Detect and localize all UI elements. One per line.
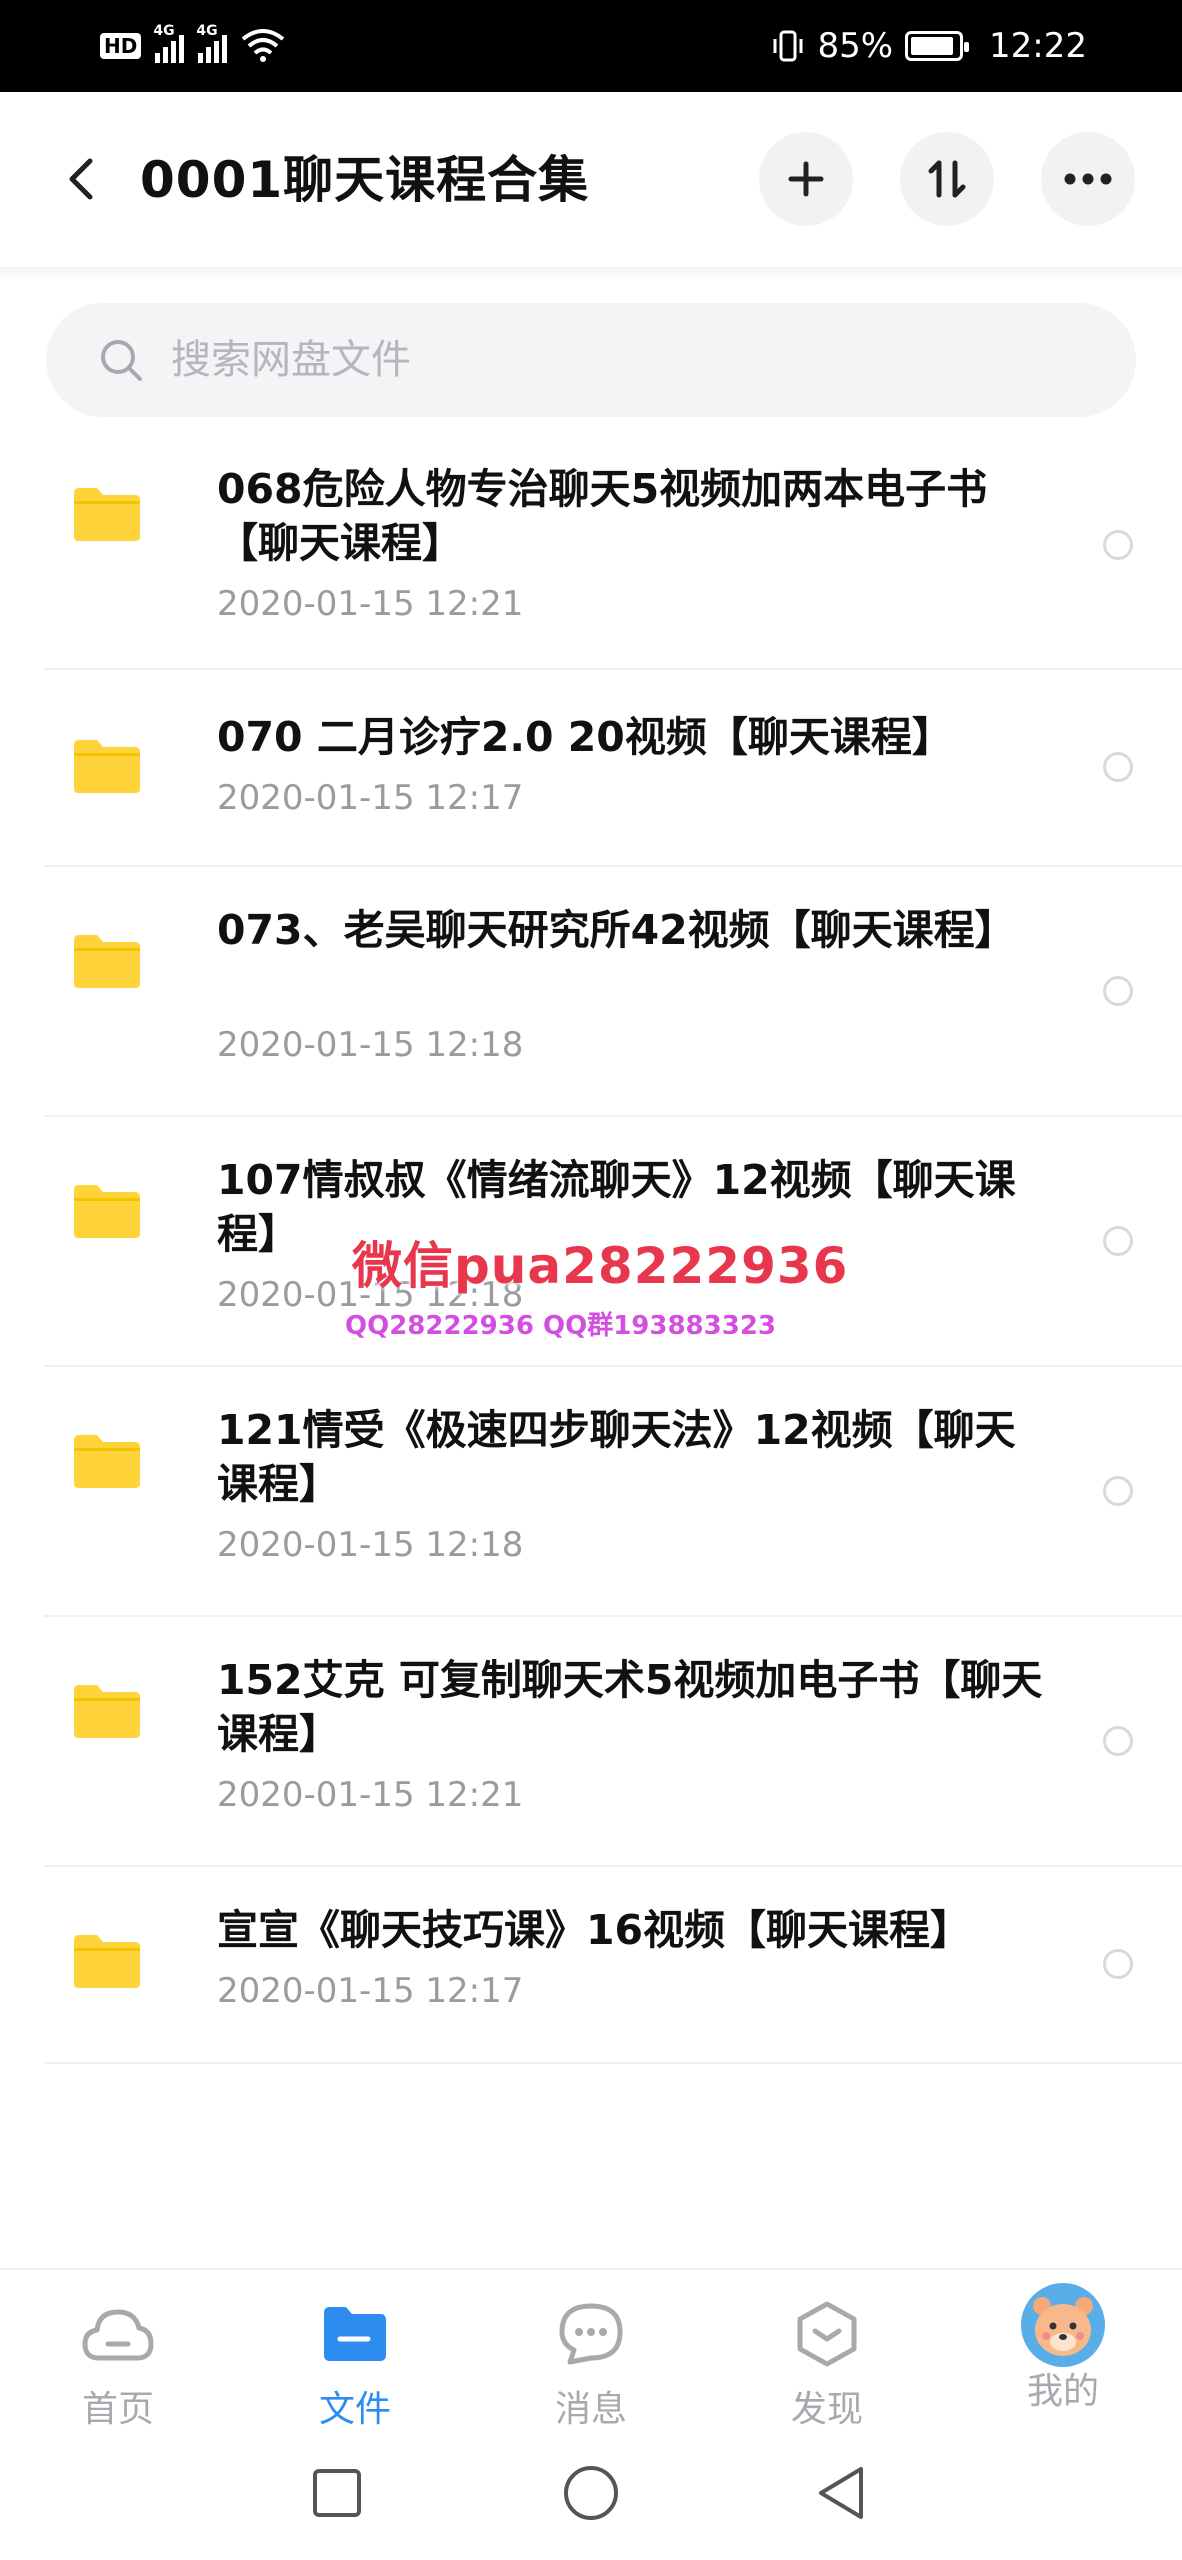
more-button[interactable] (1041, 132, 1135, 226)
recents-button[interactable] (302, 2458, 372, 2528)
folder-icon (74, 935, 140, 988)
cloud-icon (81, 2300, 155, 2368)
file-date: 2020-01-15 12:18 (217, 1525, 524, 1565)
battery-icon (905, 31, 970, 61)
select-radio[interactable] (1103, 1949, 1133, 1979)
file-date: 2020-01-15 12:21 (217, 584, 524, 624)
tab-messages[interactable]: 消息 (511, 2300, 671, 2430)
chat-icon (554, 2300, 628, 2368)
triangle-back-icon (819, 2467, 863, 2519)
divider (44, 2062, 1182, 2064)
signal-icon: 4G (153, 23, 185, 63)
add-button[interactable] (759, 132, 853, 226)
sort-button[interactable] (900, 132, 994, 226)
file-name: 068危险人物专治聊天5视频加两本电子书【聊天课程】 (217, 465, 988, 567)
search-icon (96, 335, 146, 385)
discover-icon (790, 2300, 864, 2368)
list-item[interactable]: 073、老吴聊天研究所42视频【聊天课程】 2020-01-15 12:18 (0, 865, 1182, 1117)
select-radio[interactable] (1103, 1726, 1133, 1756)
file-date: 2020-01-15 12:21 (217, 1775, 524, 1815)
file-name: 073、老吴聊天研究所42视频【聊天课程】 (217, 906, 1016, 954)
tab-label: 我的 (1026, 2371, 1099, 2412)
list-item[interactable]: 068危险人物专治聊天5视频加两本电子书【聊天课程】 2020-01-15 12… (0, 418, 1182, 670)
list-item[interactable]: 070 二月诊疗2.0 20视频【聊天课程】 2020-01-15 12:17 (0, 668, 1182, 867)
status-right: 85% 12:22 (771, 22, 1087, 70)
back-nav-button[interactable] (806, 2458, 876, 2528)
folder-icon (74, 1435, 140, 1488)
watermark-qq: QQ28222936 QQ群193883323 (345, 1311, 777, 1341)
status-left: HD 4G 4G (100, 22, 285, 70)
tab-files[interactable]: 文件 (275, 2300, 435, 2430)
file-name: 070 二月诊疗2.0 20视频【聊天课程】 (217, 713, 953, 761)
header-divider (0, 267, 1182, 279)
network-type-label: 4G (153, 23, 175, 39)
system-navigation-bar (0, 2428, 1182, 2560)
select-radio[interactable] (1103, 1476, 1133, 1506)
tab-label: 文件 (318, 2389, 391, 2430)
square-icon (313, 2469, 361, 2517)
file-name: 152艾克 可复制聊天术5视频加电子书【聊天课程】 (217, 1656, 1043, 1758)
back-button[interactable] (50, 149, 110, 209)
file-name: 121情受《极速四步聊天法》12视频【聊天课程】 (217, 1406, 1016, 1508)
file-date: 2020-01-15 12:17 (217, 1971, 524, 2011)
back-icon (69, 158, 93, 200)
list-item[interactable]: 121情受《极速四步聊天法》12视频【聊天课程】 2020-01-15 12:1… (0, 1365, 1182, 1617)
watermark-wechat: 微信pua28222936 (352, 1237, 849, 1295)
folder-icon (318, 2300, 392, 2368)
folder-icon (74, 1685, 140, 1738)
folder-icon (74, 1935, 140, 1988)
search-input[interactable] (171, 337, 1071, 383)
bottom-tab-bar: 首页 文件 消息 发现 我的 (0, 2268, 1182, 2430)
circle-icon (564, 2466, 618, 2520)
more-icon (1064, 173, 1112, 185)
list-item[interactable]: 152艾克 可复制聊天术5视频加电子书【聊天课程】 2020-01-15 12:… (0, 1615, 1182, 1867)
status-bar: HD 4G 4G 85% 12:22 (0, 0, 1182, 92)
select-radio[interactable] (1103, 1226, 1133, 1256)
tab-home[interactable]: 首页 (38, 2300, 198, 2430)
sort-icon (928, 160, 966, 198)
file-date: 2020-01-15 12:17 (217, 778, 524, 818)
clock: 12:22 (989, 26, 1087, 66)
select-radio[interactable] (1103, 530, 1133, 560)
tab-discover[interactable]: 发现 (747, 2300, 907, 2430)
network-type-label-2: 4G (196, 23, 218, 39)
plus-icon (788, 161, 824, 197)
avatar-icon (1020, 2282, 1106, 2368)
wifi-icon (242, 29, 285, 62)
header: 0001聊天课程合集 (0, 92, 1182, 267)
select-radio[interactable] (1103, 752, 1133, 782)
select-radio[interactable] (1103, 976, 1133, 1006)
tab-label: 消息 (554, 2389, 627, 2430)
tab-profile[interactable]: 我的 (983, 2283, 1143, 2430)
file-date: 2020-01-15 12:18 (217, 1025, 524, 1065)
folder-icon (74, 1185, 140, 1238)
signal-icon-2: 4G (196, 23, 228, 63)
vibrate-icon (773, 30, 803, 62)
hd-badge: HD (100, 33, 142, 59)
page-title: 0001聊天课程合集 (140, 151, 590, 209)
tab-label: 首页 (81, 2389, 154, 2430)
battery-percent: 85% (817, 26, 894, 66)
folder-icon (74, 740, 140, 793)
file-name: 宣宣《聊天技巧课》16视频【聊天课程】 (217, 1906, 972, 1954)
tab-label: 发现 (790, 2389, 863, 2430)
list-item[interactable]: 宣宣《聊天技巧课》16视频【聊天课程】 2020-01-15 12:17 (0, 1865, 1182, 2064)
folder-icon (74, 488, 140, 541)
home-button[interactable] (556, 2458, 626, 2528)
search-bar[interactable] (46, 303, 1136, 417)
